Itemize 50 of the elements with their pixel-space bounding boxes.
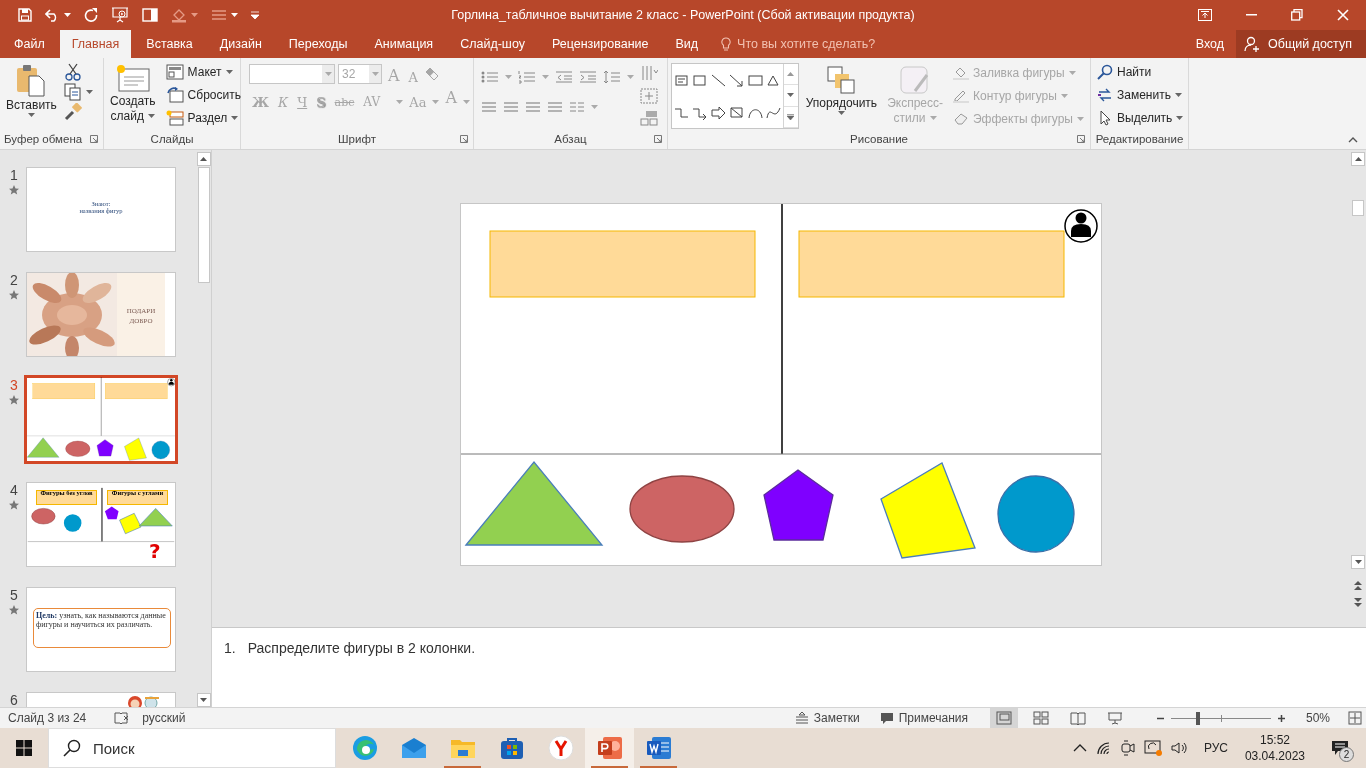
ribbon-tab[interactable]: Анимация bbox=[362, 30, 446, 58]
group-label: Абзац bbox=[554, 133, 587, 145]
paste-button[interactable]: Вставить bbox=[3, 61, 60, 129]
ribbon-tab[interactable]: Главная bbox=[59, 30, 132, 58]
layout-button[interactable]: Макет bbox=[162, 61, 244, 83]
ribbon-tab[interactable]: Файл bbox=[2, 30, 57, 58]
sign-in-link[interactable]: Вход bbox=[1183, 30, 1236, 58]
slide-thumbnail[interactable]: Цель: узнать, как называются данные фигуры и научиться их различать. bbox=[26, 587, 176, 672]
group-label: Редактирование bbox=[1095, 133, 1184, 145]
tell-me-field[interactable]: Что вы хотите сделать? bbox=[737, 37, 876, 51]
ribbon-tab[interactable]: Рецензирование bbox=[539, 30, 661, 58]
zoom-level[interactable]: 50% bbox=[1305, 711, 1330, 725]
question-mark: ? bbox=[149, 541, 161, 561]
ribbon-tab[interactable]: Вид bbox=[663, 30, 711, 58]
clock-date[interactable]: 03.04.2023 bbox=[1244, 748, 1305, 764]
notes-button[interactable]: Заметки bbox=[794, 711, 860, 725]
new-slide-button[interactable]: Создать слайд bbox=[107, 61, 159, 129]
select-button[interactable]: Выделить bbox=[1094, 107, 1187, 129]
group-label: Слайды bbox=[150, 133, 194, 145]
arrange-button[interactable]: Упорядочить bbox=[802, 63, 881, 129]
slide-counter: Слайд 3 из 24 bbox=[8, 711, 87, 725]
window-title: Горлина_табличное вычитание 2 класс - PowerPoint (Сбой активации продукта) bbox=[451, 8, 915, 22]
slide-number: 2 bbox=[10, 272, 18, 288]
ribbon-tab[interactable]: Вставка bbox=[134, 30, 205, 58]
find-button[interactable]: Найти bbox=[1094, 61, 1187, 83]
group-label: Шрифт bbox=[338, 133, 376, 145]
share-button[interactable]: Общий доступ bbox=[1236, 30, 1366, 58]
goal-text: Цель: узнать, как называются данные фигуры и научиться их различать. bbox=[36, 611, 167, 629]
replace-button[interactable]: Заменить bbox=[1094, 84, 1187, 106]
ribbon-tab[interactable]: Слайд-шоу bbox=[448, 30, 537, 58]
group-label: Рисование bbox=[850, 133, 908, 145]
notes-text[interactable]: Распределите фигуры в 2 колонки. bbox=[247, 640, 476, 707]
slide-number: 1 bbox=[10, 167, 18, 183]
reset-button[interactable]: Сбросить bbox=[162, 84, 244, 106]
comments-button[interactable]: Примечания bbox=[879, 711, 968, 725]
search-box[interactable]: Поиск bbox=[48, 728, 336, 768]
language-indicator[interactable]: русский bbox=[142, 711, 186, 725]
slide-number: 3 bbox=[10, 377, 18, 393]
slide-number: 4 bbox=[10, 482, 18, 498]
group-label: Буфер обмена bbox=[4, 133, 83, 145]
ribbon-tab[interactable]: Дизайн bbox=[207, 30, 274, 58]
slide-number: 5 bbox=[10, 587, 18, 603]
list-number: 1. bbox=[224, 640, 236, 658]
slide-number: 6 bbox=[10, 692, 18, 707]
input-language[interactable]: РУС bbox=[1203, 741, 1228, 755]
search-field[interactable]: Поиск bbox=[93, 729, 335, 767]
section-button[interactable]: Раздел bbox=[162, 107, 244, 129]
clock-time[interactable]: 15:52 bbox=[1259, 732, 1290, 748]
ribbon-tab[interactable]: Переходы bbox=[276, 30, 360, 58]
notification-badge: 2 bbox=[1339, 747, 1354, 762]
